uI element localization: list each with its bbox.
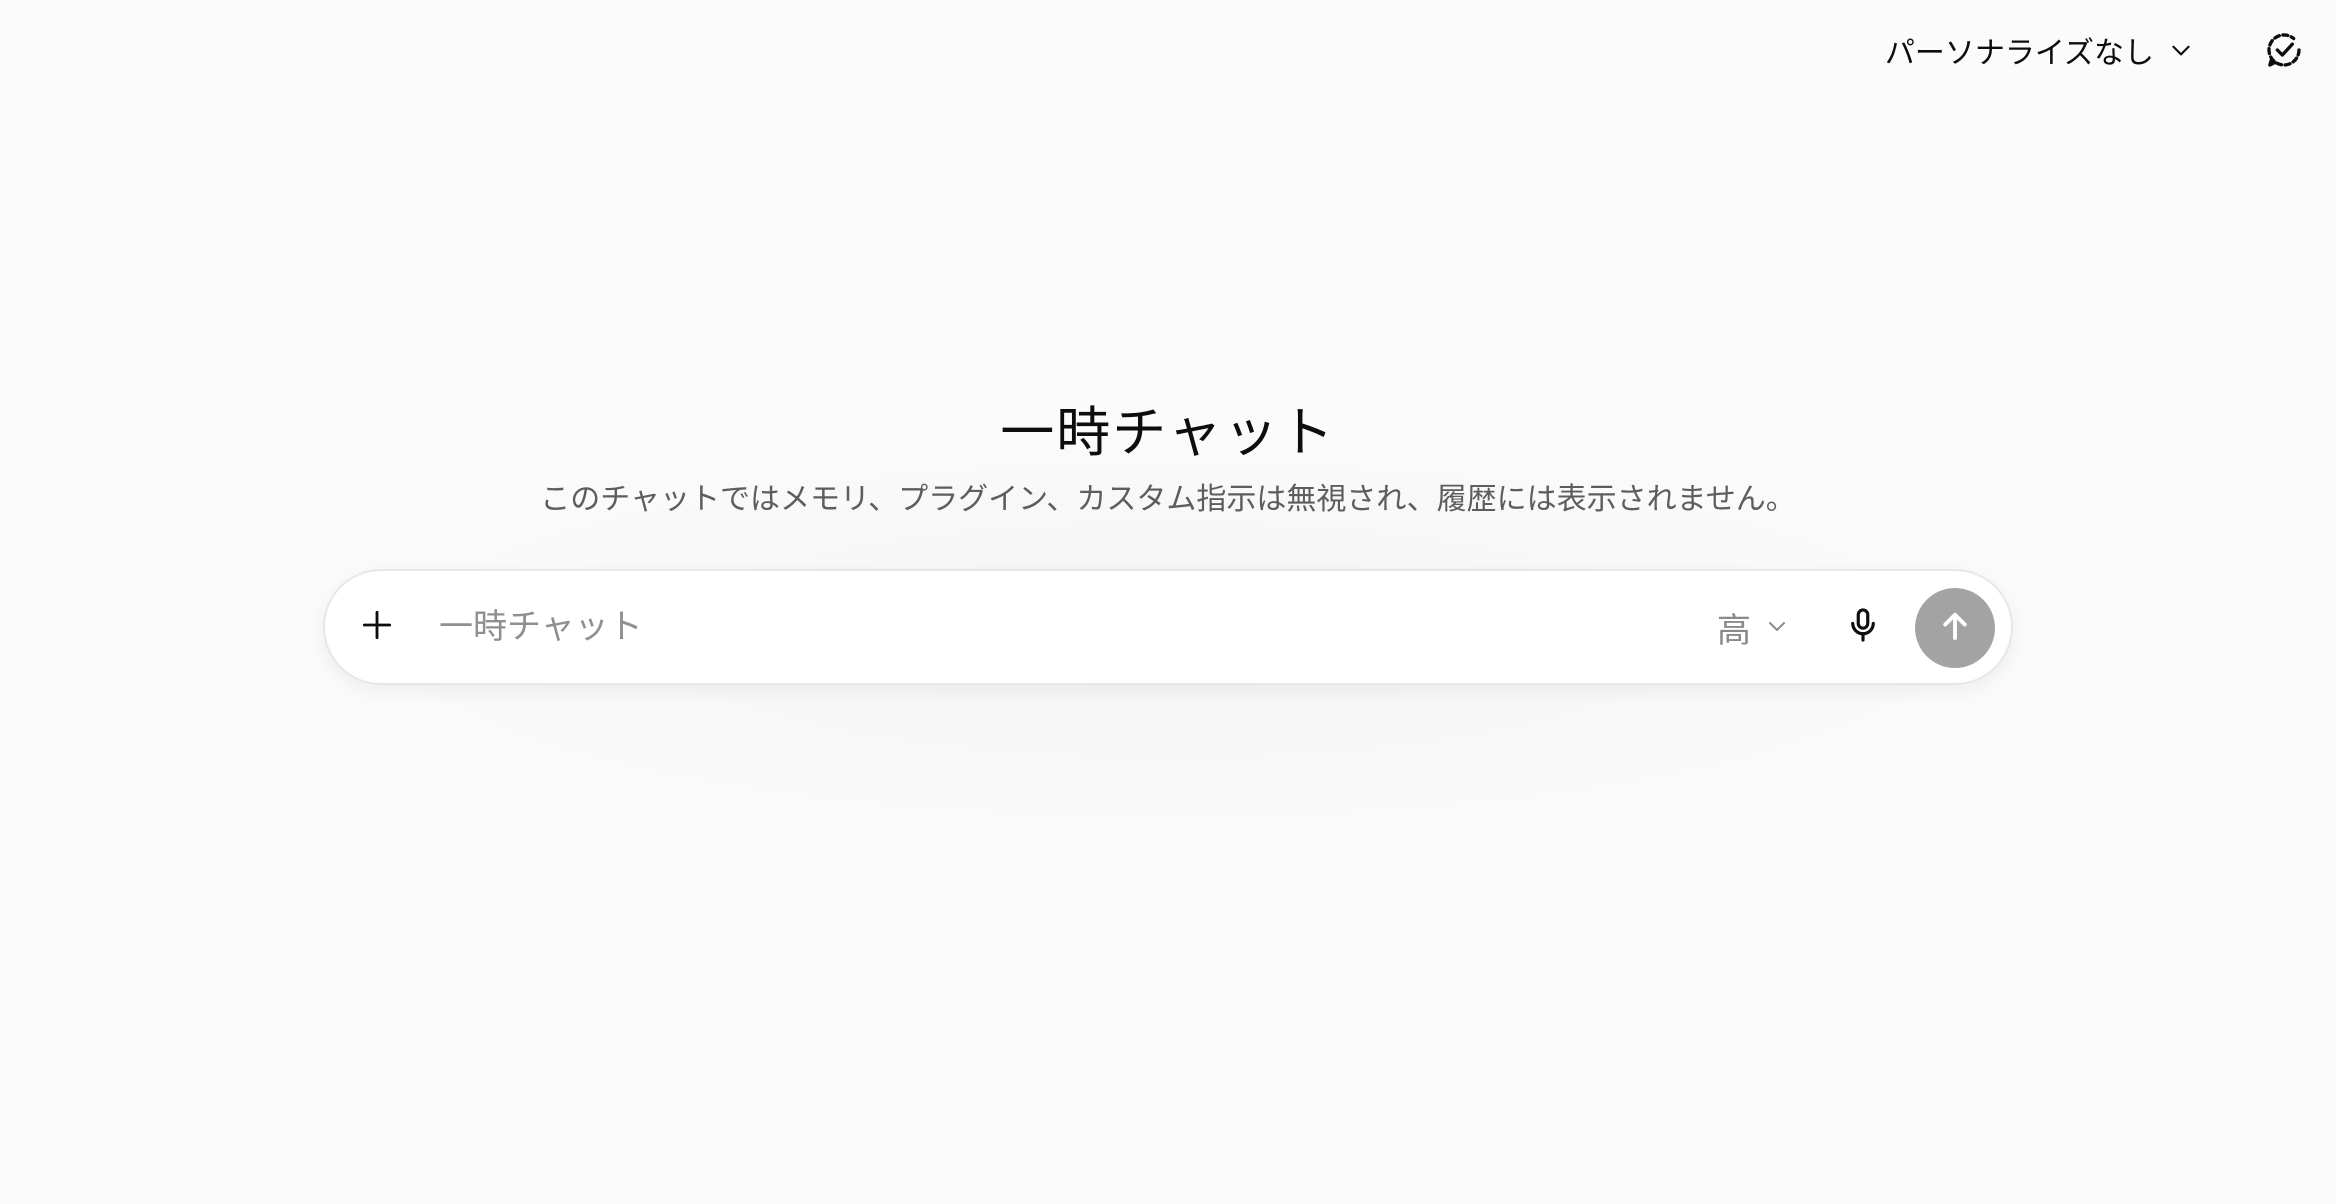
attach-button[interactable] bbox=[349, 599, 405, 655]
personalization-dropdown[interactable]: パーソナライズなし bbox=[1871, 22, 2208, 78]
composer: 高 bbox=[323, 569, 2013, 685]
arrow-up-icon bbox=[1937, 608, 1973, 648]
temporary-chat-page: パーソナライズなし 一時チャット このチャットではメモリ、プラグイン、カスタム指… bbox=[0, 0, 2336, 1204]
page-subtitle: このチャットではメモリ、プラグイン、カスタム指示は無視され、履歴には表示されませ… bbox=[540, 482, 1796, 517]
page-title: 一時チャット bbox=[1000, 401, 1336, 464]
send-button[interactable] bbox=[1915, 588, 1995, 668]
prompt-input[interactable] bbox=[439, 599, 1439, 655]
model-label: 高 bbox=[1717, 610, 1751, 651]
hero: 一時チャット このチャットではメモリ、プラグイン、カスタム指示は無視され、履歴に… bbox=[0, 398, 2336, 520]
chevron-down-icon bbox=[1765, 607, 1789, 647]
top-bar: パーソナライズなし bbox=[0, 0, 2336, 100]
personalization-label: パーソナライズなし bbox=[1884, 36, 2154, 71]
voice-input-button[interactable] bbox=[1835, 599, 1891, 655]
temporary-chat-toggle[interactable] bbox=[2256, 24, 2312, 80]
chevron-down-icon bbox=[2168, 37, 2194, 63]
chat-check-icon bbox=[2264, 30, 2304, 74]
microphone-icon bbox=[1844, 606, 1882, 648]
plus-icon bbox=[358, 606, 396, 648]
model-selector[interactable]: 高 bbox=[1709, 601, 1797, 653]
